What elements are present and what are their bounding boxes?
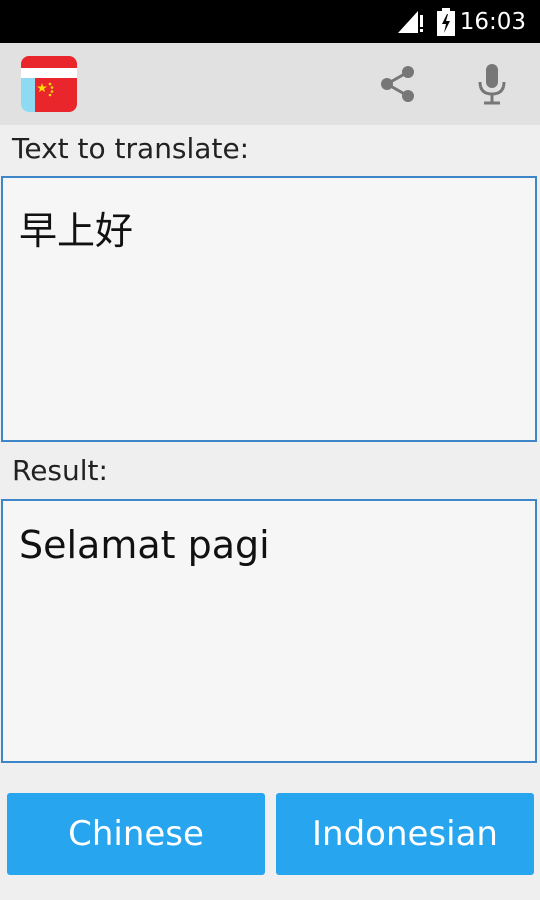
source-text: 早上好 [19, 209, 134, 253]
result-text: Selamat pagi [19, 523, 270, 567]
microphone-icon [478, 64, 506, 105]
share-button[interactable] [374, 60, 422, 108]
target-language-button[interactable]: Indonesian [276, 793, 534, 875]
result-label: Result: [12, 454, 108, 487]
battery-charging-icon [437, 8, 455, 36]
signal-icon [398, 11, 423, 33]
source-text-input[interactable]: 早上好 [1, 176, 537, 442]
source-language-button[interactable]: Chinese [7, 793, 265, 875]
result-text-area[interactable]: Selamat pagi [1, 499, 537, 763]
share-icon [381, 66, 414, 102]
action-bar [0, 43, 540, 125]
microphone-button[interactable] [468, 60, 516, 108]
app-logo-flags-icon[interactable] [21, 56, 77, 112]
clock: 16:03 [459, 9, 526, 35]
source-label: Text to translate: [12, 132, 250, 165]
status-bar: 16:03 [0, 0, 540, 43]
